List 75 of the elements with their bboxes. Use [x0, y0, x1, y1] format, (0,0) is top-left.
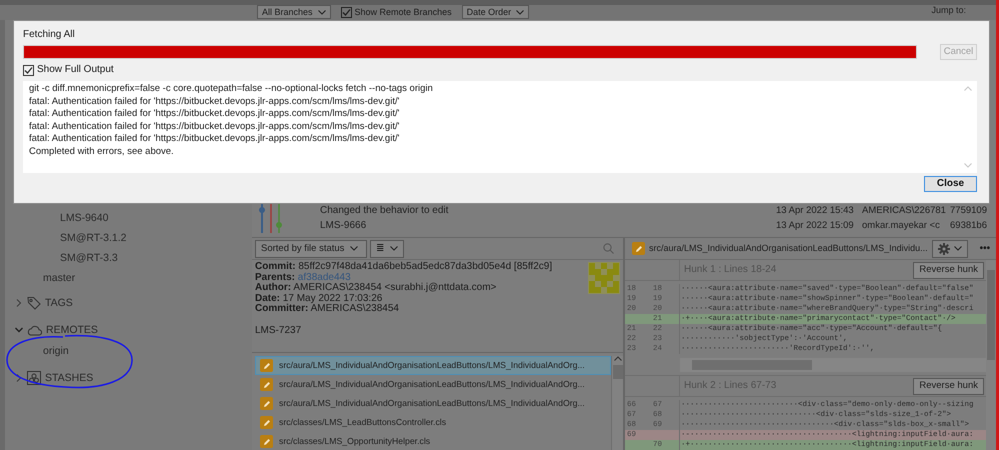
more-options-button[interactable]: •••: [972, 242, 998, 254]
commit-detail-line: Author: AMERICAS\238454 <surabhi.j@nttdata.com>: [255, 283, 498, 294]
file-row[interactable]: src/classes/LMS_LeadButtonsController.cls: [255, 413, 611, 432]
caret-icon: [318, 10, 326, 14]
dialog-title: Fetching All: [23, 29, 76, 41]
commit-detail-line: Committer: AMERICAS\238454: [255, 304, 400, 314]
close-button[interactable]: Close: [924, 176, 977, 192]
commit-hash: 69381b6: [950, 220, 988, 232]
commit-author: AMERICAS\226781: [862, 204, 947, 216]
branch-filter-dropdown[interactable]: All Branches: [257, 5, 331, 19]
stash-icon: [27, 371, 41, 385]
modified-file-icon: [260, 397, 273, 410]
branch-graph-drawing: [259, 203, 282, 218]
commit-detail-line: Parents: af38ade443: [255, 272, 352, 282]
output-line: fatal: Authentication failed for 'https://bitbucket.devops.jlr-apps.com/scm/lms/lms-dev.git/': [29, 108, 400, 121]
branch-item[interactable]: SM@RT-3.3: [60, 252, 118, 264]
modified-file-icon: [260, 359, 273, 372]
modified-file-icon: [260, 435, 273, 448]
modified-file-icon: [260, 378, 273, 391]
commit-date: 13 Apr 2022 15:43: [776, 204, 855, 216]
reverse-hunk-button[interactable]: Reverse hunk: [913, 262, 984, 278]
output-line: Completed with errors, see above.: [29, 146, 175, 159]
file-row[interactable]: src/classes/LMS_OpportunityHelper.cls: [255, 432, 611, 450]
chevron-right-icon[interactable]: [15, 299, 23, 307]
search-icon[interactable]: [603, 243, 614, 254]
checkbox-label: Show Remote Branches: [354, 6, 452, 18]
file-row[interactable]: src/aura/LMS_IndividualAndOrganisationLeadButtons/LMS_IndividualAndOrg...: [255, 356, 611, 375]
sort-order-dropdown[interactable]: Date Order: [462, 5, 530, 19]
branch-item[interactable]: SM@RT-3.1.2: [60, 232, 126, 244]
branch-item[interactable]: LMS-9640: [60, 212, 108, 224]
commit-hash: 7759109: [950, 204, 988, 216]
scroll-up-icon[interactable]: [614, 356, 622, 361]
commit-message[interactable]: Changed the behavior to edit: [315, 204, 776, 216]
reverse-hunk-button[interactable]: Reverse hunk: [913, 378, 984, 394]
checkbox[interactable]: [340, 6, 352, 18]
output-line: fatal: Authentication failed for 'https://bitbucket.devops.jlr-apps.com/scm/lms/lms-dev.git/': [29, 120, 400, 134]
settings-icon: [938, 242, 950, 254]
caret-icon: [350, 246, 358, 251]
jump-label: Jump to:: [931, 5, 966, 16]
checkbox[interactable]: [23, 64, 34, 76]
branch-item[interactable]: master: [43, 272, 76, 284]
modified-file-icon: [260, 416, 273, 429]
settings-dropdown[interactable]: [932, 240, 968, 258]
tag-icon: [27, 296, 41, 310]
commit-date: 13 Apr 2022 15:09: [776, 220, 855, 232]
chevron-right-icon[interactable]: [15, 374, 23, 382]
branch-graph-drawing: [259, 218, 282, 233]
view-mode-dropdown[interactable]: ≣: [370, 240, 404, 258]
checkbox-label: Show Full Output: [37, 64, 114, 76]
scrollbar-thumb[interactable]: [612, 365, 622, 379]
file-row[interactable]: src/aura/LMS_IndividualAndOrganisationLeadButtons/LMS_IndividualAndOrg...: [255, 375, 611, 394]
sidebar-section-header[interactable]: STASHES: [45, 372, 94, 384]
caret-icon: [516, 10, 524, 14]
caret-icon: [390, 246, 398, 251]
chevron-down-icon[interactable]: [15, 327, 23, 333]
sort-dropdown[interactable]: Sorted by file status: [255, 240, 367, 258]
commit-message-text: LMS-7237: [255, 326, 302, 336]
output-line: fatal: Authentication failed for 'https://bitbucket.devops.jlr-apps.com/scm/lms/lms-dev.git/': [29, 96, 400, 108]
caret-icon: [954, 246, 962, 251]
diff-file-path: src/aura/LMS_IndividualAndOrganisationLeadButtons/LMS_Individu...: [649, 243, 928, 254]
modified-file-icon: [632, 242, 645, 255]
commit-message[interactable]: LMS-9666: [315, 220, 776, 232]
scroll-down-icon[interactable]: [964, 163, 972, 168]
avatar-icon: [588, 262, 620, 294]
commit-author: omkar.mayekar <c: [862, 220, 941, 232]
sidebar-section-header[interactable]: REMOTES: [46, 324, 98, 336]
commit-detail-line: Commit: 85ff2c97f48da41da6beb5ad5edc87da3bd05e4d [85ff2c9]: [255, 262, 554, 272]
output-line: fatal: Authentication failed for 'https://bitbucket.devops.jlr-apps.com/scm/lms/lms-dev.git/': [29, 133, 400, 146]
cloud-icon: [27, 324, 42, 336]
file-row[interactable]: src/aura/LMS_IndividualAndOrganisationLeadButtons/LMS_IndividualAndOrg...: [255, 394, 611, 413]
sidebar-section-header[interactable]: TAGS: [45, 296, 73, 310]
output-line: git -c diff.mnemonicprefix=false -c core.quotepath=false --no-optional-locks fetch --no-tags origin: [29, 83, 434, 96]
scrollbar-thumb[interactable]: [987, 270, 995, 360]
commit-detail-line: Date: 17 May 2022 17:03:26: [255, 294, 384, 304]
remote-item[interactable]: origin: [43, 345, 69, 358]
